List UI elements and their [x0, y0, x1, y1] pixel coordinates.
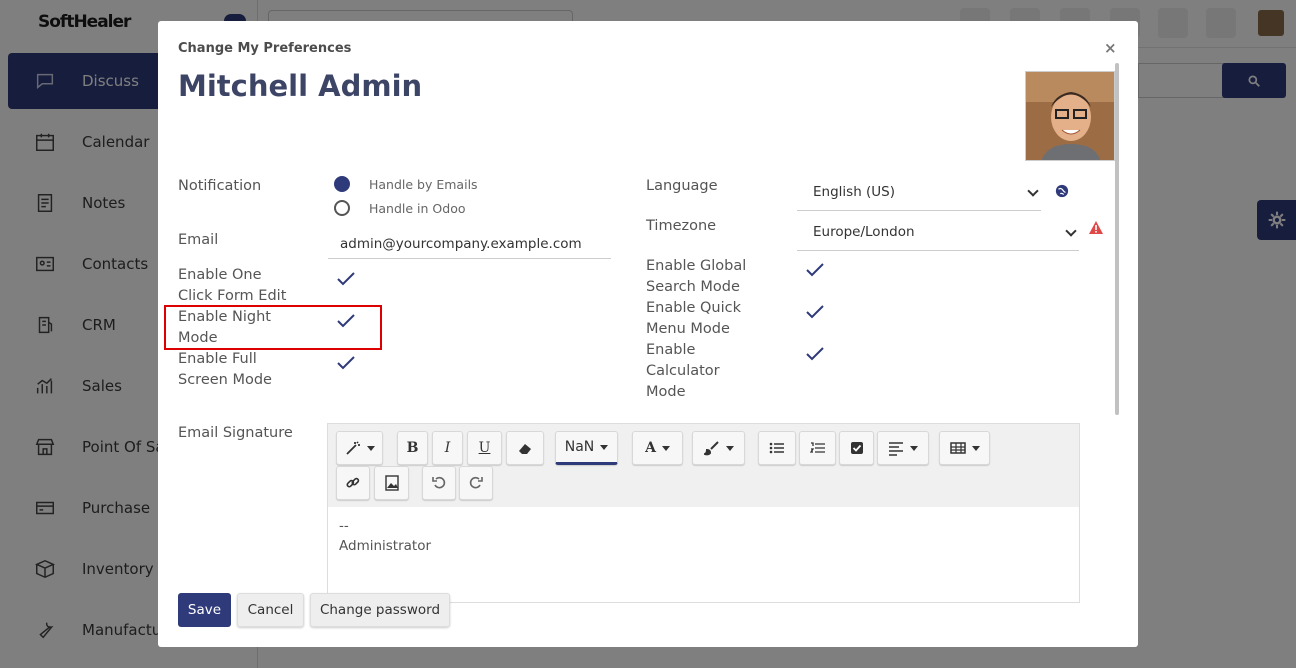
- checkmark-icon: [337, 314, 355, 328]
- checkmark-icon: [337, 356, 355, 370]
- globe-icon[interactable]: [1055, 184, 1069, 198]
- one-click-edit-checkbox[interactable]: [336, 269, 356, 289]
- close-icon[interactable]: ×: [1104, 39, 1117, 57]
- timezone-label: Timezone: [646, 218, 717, 234]
- table-icon: [949, 442, 966, 454]
- highlight-color-button[interactable]: [692, 431, 745, 465]
- language-select[interactable]: English (US): [797, 174, 1041, 211]
- label-line: Menu Mode: [646, 321, 730, 337]
- global-search-checkbox[interactable]: [805, 260, 825, 280]
- link-icon: [346, 477, 360, 488]
- calculator-label: Enable Calculator Mode: [646, 340, 720, 403]
- quick-menu-checkbox[interactable]: [805, 302, 825, 322]
- full-screen-label: Enable Full Screen Mode: [178, 349, 272, 391]
- label-line: Enable: [646, 342, 696, 358]
- table-button[interactable]: [939, 431, 990, 465]
- align-left-icon: [889, 442, 903, 456]
- label-line: Search Mode: [646, 279, 740, 295]
- quick-menu-label: Enable Quick Menu Mode: [646, 298, 741, 340]
- image-button[interactable]: [374, 466, 409, 500]
- label-line: Mode: [646, 384, 686, 400]
- language-value: English (US): [813, 184, 896, 200]
- dialog-scrollbar[interactable]: [1115, 63, 1119, 415]
- undo-button[interactable]: [422, 466, 456, 500]
- timezone-select[interactable]: Europe/London: [797, 214, 1079, 251]
- language-label: Language: [646, 178, 718, 194]
- notification-label: Notification: [178, 178, 262, 194]
- preferences-dialog: Change My Preferences × Mitchell Admin N…: [158, 21, 1138, 647]
- image-icon: [384, 475, 399, 491]
- magic-wand-icon: [345, 441, 360, 455]
- label-line: Calculator: [646, 363, 720, 379]
- checkmark-icon: [806, 305, 824, 319]
- italic-button[interactable]: I: [432, 431, 463, 465]
- chevron-down-icon: [1027, 185, 1039, 197]
- cancel-button[interactable]: Cancel: [237, 593, 304, 627]
- signature-line: --: [339, 518, 349, 534]
- email-signature-label: Email Signature: [178, 425, 293, 441]
- label-line: Screen Mode: [178, 372, 272, 388]
- night-mode-label: Enable Night Mode: [178, 307, 271, 349]
- label-line: Mode: [178, 330, 218, 346]
- brush-icon: [703, 441, 719, 456]
- font-color-button[interactable]: A: [632, 431, 683, 465]
- calculator-checkbox[interactable]: [805, 344, 825, 364]
- change-password-button[interactable]: Change password: [310, 593, 450, 627]
- label-line: Enable Full: [178, 351, 257, 367]
- label-line: Enable Night: [178, 309, 271, 325]
- one-click-edit-label: Enable One Click Form Edit: [178, 265, 286, 307]
- radio-button[interactable]: [334, 200, 350, 216]
- redo-button[interactable]: [459, 466, 493, 500]
- warning-icon[interactable]: [1088, 220, 1104, 235]
- global-search-label: Enable Global Search Mode: [646, 256, 746, 298]
- chevron-down-icon: [1065, 225, 1077, 237]
- redo-icon: [469, 476, 483, 489]
- align-button[interactable]: [877, 431, 929, 465]
- bullet-list-button[interactable]: [758, 431, 796, 465]
- radio-button[interactable]: [334, 176, 350, 192]
- font-size-value: NaN: [564, 439, 595, 455]
- numbered-list-button[interactable]: [799, 431, 836, 465]
- radio-handle-by-emails[interactable]: Handle by Emails: [334, 176, 478, 192]
- underline-button[interactable]: U: [467, 431, 502, 465]
- checkmark-icon: [806, 347, 824, 361]
- label-line: Enable One: [178, 267, 262, 283]
- eraser-button[interactable]: [506, 431, 544, 465]
- label-line: Enable Quick: [646, 300, 742, 316]
- night-mode-checkbox[interactable]: [336, 311, 356, 331]
- checkmark-icon: [806, 263, 824, 277]
- checklist-button[interactable]: [839, 431, 874, 465]
- user-avatar[interactable]: [1025, 71, 1115, 161]
- save-button[interactable]: Save: [178, 593, 231, 627]
- user-name: Mitchell Admin: [178, 69, 423, 103]
- eraser-icon: [519, 444, 531, 454]
- bold-button[interactable]: B: [397, 431, 428, 465]
- numbered-list-icon: [809, 442, 825, 453]
- editor-toolbar: B I U NaN A: [328, 424, 1079, 507]
- undo-icon: [432, 476, 446, 489]
- radio-label: Handle in Odoo: [369, 200, 466, 216]
- label-line: Enable Global: [646, 258, 747, 274]
- radio-label: Handle by Emails: [369, 176, 478, 192]
- link-button[interactable]: [336, 466, 370, 500]
- style-button[interactable]: [336, 431, 383, 465]
- font-size-select[interactable]: NaN: [555, 431, 618, 465]
- checkbox-icon: [850, 442, 863, 454]
- bullet-list-icon: [769, 442, 784, 454]
- timezone-value: Europe/London: [813, 224, 915, 240]
- email-label: Email: [178, 232, 219, 248]
- signature-line: Administrator: [339, 538, 432, 554]
- radio-handle-in-odoo[interactable]: Handle in Odoo: [334, 200, 466, 216]
- signature-editor[interactable]: B I U NaN A -- Administrator: [327, 423, 1080, 603]
- email-field[interactable]: admin@yourcompany.example.com: [328, 230, 611, 259]
- signature-content[interactable]: -- Administrator: [339, 516, 431, 556]
- dialog-title: Change My Preferences: [178, 41, 352, 56]
- checkmark-icon: [337, 272, 355, 286]
- label-line: Click Form Edit: [178, 288, 287, 304]
- full-screen-checkbox[interactable]: [336, 353, 356, 373]
